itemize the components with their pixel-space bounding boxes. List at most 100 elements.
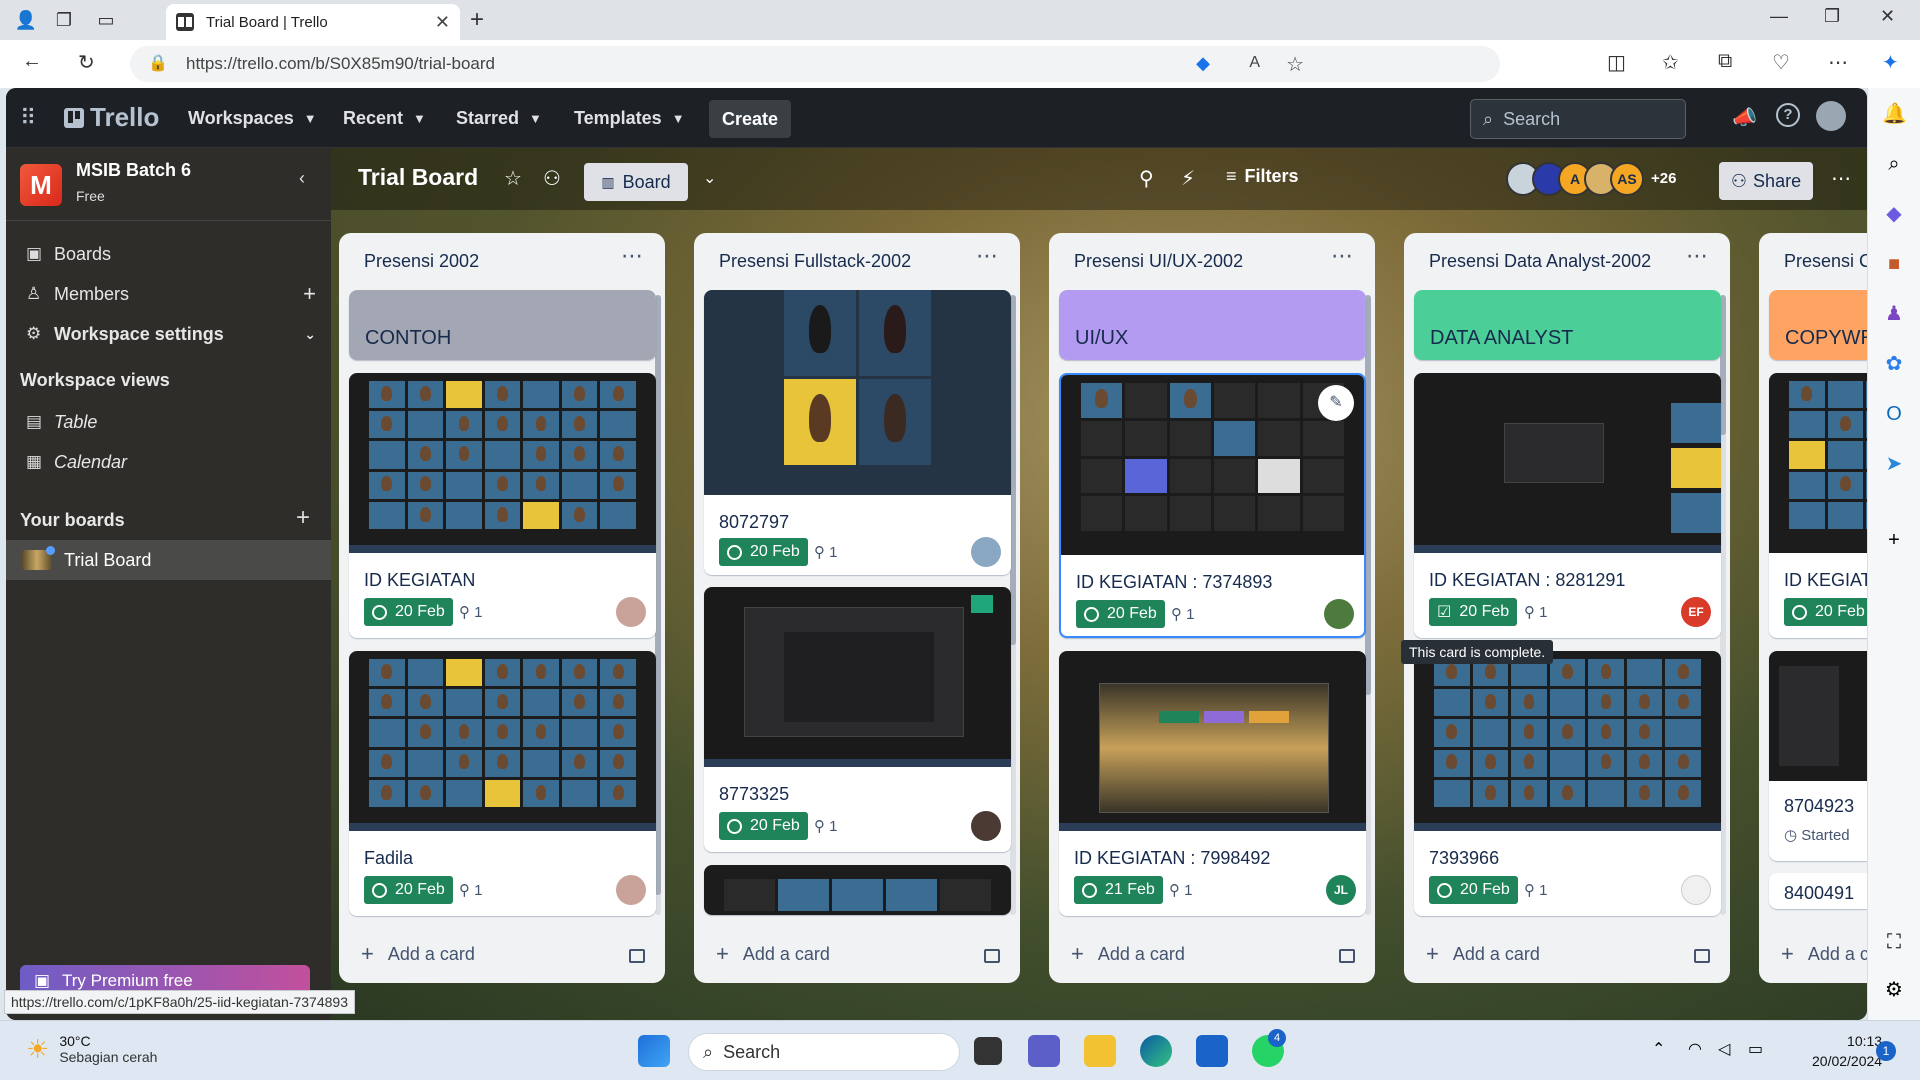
favorites-icon[interactable]: ✩: [1662, 50, 1679, 75]
store-icon[interactable]: [1196, 1035, 1228, 1067]
microsoft365-icon[interactable]: ✿: [1882, 352, 1906, 376]
card-member-avatar[interactable]: [971, 537, 1001, 567]
task-view-icon[interactable]: [974, 1037, 1002, 1065]
card-member-avatar[interactable]: [616, 875, 646, 905]
card-template-icon[interactable]: [629, 949, 645, 963]
card[interactable]: 8072797 20 Feb ⚲ 1: [704, 290, 1011, 575]
due-date-badge-complete[interactable]: ☑ 20 Feb: [1429, 598, 1518, 626]
share-button[interactable]: ⚇ Share: [1719, 162, 1813, 200]
card[interactable]: ID KEGIATAN : 8281291 ☑ 20 Feb ⚲ 1 EF: [1414, 373, 1721, 638]
due-date-badge[interactable]: 20 Feb: [719, 812, 808, 840]
shopping-tag-icon[interactable]: ◆: [1196, 53, 1210, 74]
search-icon[interactable]: ⌕: [1882, 152, 1906, 176]
card-template-icon[interactable]: [984, 949, 1000, 963]
list-menu-icon[interactable]: ⋯: [1331, 243, 1353, 269]
due-date-badge[interactable]: 20 Feb: [719, 538, 808, 566]
list-title[interactable]: Presensi Data Analyst-2002: [1429, 251, 1651, 272]
due-date-badge[interactable]: 20 Feb: [1076, 600, 1165, 628]
power-ups-icon[interactable]: ⚲: [1139, 166, 1154, 191]
teams-icon[interactable]: [1028, 1035, 1060, 1067]
games-icon[interactable]: ♟: [1882, 302, 1906, 326]
sidebar-board-trial[interactable]: Trial Board: [6, 540, 331, 580]
url-field[interactable]: 🔒 https://trello.com/b/S0X85m90/trial-bo…: [130, 46, 1500, 82]
card[interactable]: UI/UX: [1059, 290, 1366, 360]
show-hidden-icons-icon[interactable]: ⌃: [1652, 1039, 1665, 1059]
refresh-icon[interactable]: ↻: [78, 50, 95, 75]
nav-recent[interactable]: Recent ▼: [343, 88, 426, 148]
due-date-badge[interactable]: 20 Feb: [364, 598, 453, 626]
app-switcher-icon[interactable]: ⠿: [20, 105, 36, 131]
new-tab-icon[interactable]: +: [470, 6, 484, 34]
due-date-badge[interactable]: 20 Feb: [1429, 876, 1518, 904]
card[interactable]: ID KEGIATAN 20 Feb ⚲ 1: [349, 373, 656, 638]
volume-icon[interactable]: ◁: [1718, 1039, 1730, 1059]
add-card-button[interactable]: + Add a card: [1071, 941, 1185, 967]
list-title[interactable]: Presensi 2002: [364, 251, 479, 272]
card-selected[interactable]: ✎ ID KEGIATAN : 7374893 20 Feb ⚲ 1: [1059, 373, 1366, 638]
card-member-avatar[interactable]: [1681, 875, 1711, 905]
card[interactable]: ID KEGIAT 20 Feb: [1769, 373, 1867, 638]
card-member-avatar[interactable]: [1324, 599, 1354, 629]
favorite-star-icon[interactable]: ☆: [1286, 52, 1304, 77]
add-member-icon[interactable]: +: [303, 281, 316, 307]
add-card-button[interactable]: + Add a card: [716, 941, 830, 967]
card[interactable]: DATA ANALYST: [1414, 290, 1721, 360]
list-menu-icon[interactable]: ⋯: [621, 243, 643, 269]
card-template-icon[interactable]: [1339, 949, 1355, 963]
due-date-badge[interactable]: 21 Feb: [1074, 876, 1163, 904]
sidebar-item-calendar[interactable]: ▦ Calendar: [26, 442, 316, 482]
copilot-icon[interactable]: ✦: [1882, 50, 1899, 75]
card-member-avatar[interactable]: [971, 811, 1001, 841]
close-window-icon[interactable]: ✕: [1880, 6, 1895, 27]
member-overflow-count[interactable]: +26: [1651, 170, 1676, 187]
card[interactable]: [704, 865, 1011, 915]
sidebar-item-workspace-settings[interactable]: ⚙ Workspace settings ⌄: [26, 314, 316, 354]
close-tab-icon[interactable]: ✕: [435, 12, 450, 33]
add-card-button[interactable]: + Add a card: [361, 941, 475, 967]
add-card-button[interactable]: + Add a card: [1426, 941, 1540, 967]
card-template-icon[interactable]: [1694, 949, 1710, 963]
nav-starred[interactable]: Starred ▼: [456, 88, 542, 148]
minimize-icon[interactable]: —: [1770, 6, 1788, 27]
list-title[interactable]: Presensi C: [1784, 251, 1867, 272]
card[interactable]: 8773325 20 Feb ⚲ 1: [704, 587, 1011, 852]
collapse-sidebar-icon[interactable]: ‹: [288, 168, 316, 196]
chevron-down-icon[interactable]: ⌄: [703, 168, 716, 188]
send-icon[interactable]: ➤: [1882, 452, 1906, 476]
help-icon[interactable]: ?: [1776, 103, 1800, 127]
shopping-icon[interactable]: ◆: [1882, 202, 1906, 226]
edit-card-icon[interactable]: ✎: [1318, 385, 1354, 421]
browser-tab[interactable]: Trial Board | Trello ✕: [166, 4, 460, 40]
edge-icon[interactable]: [1140, 1035, 1172, 1067]
start-icon[interactable]: [638, 1035, 670, 1067]
tools-icon[interactable]: ■: [1882, 252, 1906, 276]
nav-workspaces[interactable]: Workspaces ▼: [188, 88, 317, 148]
sidebar-item-members[interactable]: ♙ Members +: [26, 274, 316, 314]
whats-new-icon[interactable]: 📣: [1732, 105, 1757, 130]
card[interactable]: ID KEGIATAN : 7998492 21 Feb ⚲ 1 JL: [1059, 651, 1366, 916]
nav-templates[interactable]: Templates ▼: [574, 88, 685, 148]
board-title[interactable]: Trial Board: [358, 164, 478, 191]
visibility-icon[interactable]: ⚇: [543, 166, 561, 191]
list-menu-icon[interactable]: ⋯: [1686, 243, 1708, 269]
read-aloud-icon[interactable]: A: [1249, 54, 1260, 72]
due-date-badge[interactable]: 20 Feb: [364, 876, 453, 904]
card[interactable]: 7393966 20 Feb ⚲ 1: [1414, 651, 1721, 916]
card-member-avatar[interactable]: EF: [1681, 597, 1711, 627]
card[interactable]: 8704923 ◷ Started: [1769, 651, 1867, 861]
file-explorer-icon[interactable]: [1084, 1035, 1116, 1067]
filters-button[interactable]: ≡ Filters: [1226, 166, 1299, 187]
due-date-badge[interactable]: 20 Feb: [1784, 598, 1867, 626]
list-title[interactable]: Presensi Fullstack-2002: [719, 251, 911, 272]
create-button[interactable]: Create: [709, 100, 791, 138]
list-menu-icon[interactable]: ⋯: [976, 243, 998, 269]
list-title[interactable]: Presensi UI/UX-2002: [1074, 251, 1243, 272]
card-member-avatar[interactable]: [616, 597, 646, 627]
sidebar-item-table[interactable]: ▤ Table: [26, 402, 316, 442]
card[interactable]: CONTOH: [349, 290, 656, 360]
profile-avatar[interactable]: [1816, 101, 1846, 131]
notifications-icon[interactable]: 🔔: [1882, 102, 1907, 126]
workspaces-icon[interactable]: ❐: [48, 4, 80, 36]
outlook-icon[interactable]: O: [1882, 402, 1906, 426]
automation-icon[interactable]: ⚡: [1181, 166, 1195, 191]
